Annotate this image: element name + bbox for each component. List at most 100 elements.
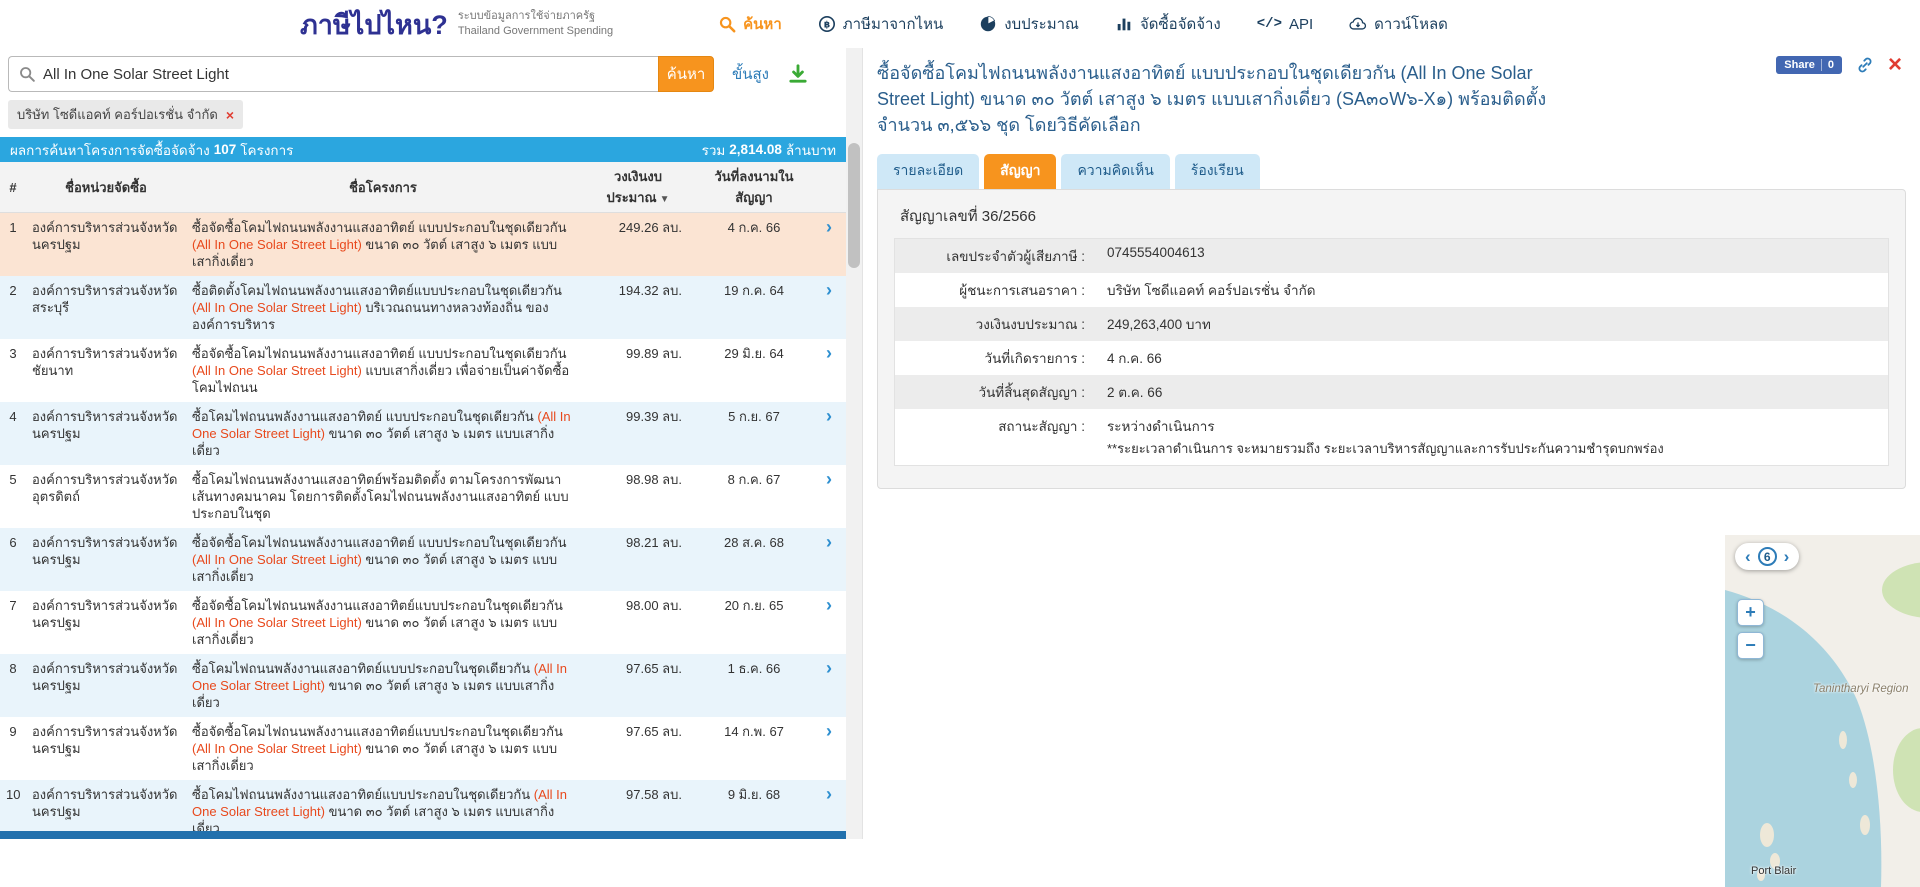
row-amount: 99.89 ลบ. — [580, 339, 696, 402]
chip-close-icon[interactable]: × — [226, 108, 234, 122]
project-text: ซื้อโคมไฟถนนพลังงานแสงอาทิตย์พร้อมติดตั้… — [192, 472, 569, 521]
row-chevron-icon[interactable]: › — [812, 591, 846, 654]
field-label: เลขประจำตัวผู้เสียภาษี : — [895, 239, 1095, 273]
permalink-button[interactable] — [1856, 56, 1874, 74]
detail-actions: Share 0 × — [1776, 56, 1902, 74]
results-scrollbar[interactable] — [846, 48, 862, 839]
svg-text:฿: ฿ — [824, 20, 830, 30]
search-icon — [18, 65, 36, 83]
nav-item-api[interactable]: </> API — [1257, 16, 1313, 33]
row-chevron-icon[interactable]: › — [812, 528, 846, 591]
row-project: ซื้อติดตั้งโคมไฟถนนพลังงานแสงอาทิตย์แบบป… — [186, 276, 580, 339]
field-value: 0745554004613 — [1095, 239, 1217, 273]
table-row[interactable]: 5องค์การบริหารส่วนจังหวัดอุตรดิตถ์ซื้อโค… — [0, 465, 846, 528]
share-count: 0 — [1828, 59, 1834, 71]
row-amount: 98.21 ลบ. — [580, 528, 696, 591]
detail-tabs: รายละเอียด สัญญา ความคิดเห็น ร้องเรียน — [863, 138, 1920, 189]
table-row[interactable]: 4องค์การบริหารส่วนจังหวัดนครปฐมซื้อโคมไฟ… — [0, 402, 846, 465]
summary-suffix: โครงการ — [240, 139, 293, 161]
row-amount: 98.98 ลบ. — [580, 465, 696, 528]
top-header: ภาษีไปไหน? ระบบข้อมูลการใช้จ่ายภาครัฐ Th… — [0, 0, 1920, 48]
project-text-highlight: (All In One Solar Street Light) — [192, 741, 362, 756]
logo-block[interactable]: ภาษีไปไหน? ระบบข้อมูลการใช้จ่ายภาครัฐ Th… — [300, 3, 613, 46]
row-amount: 98.00 ลบ. — [580, 591, 696, 654]
table-row[interactable]: 7องค์การบริหารส่วนจังหวัดนครปฐมซื้อจัดซื… — [0, 591, 846, 654]
nav-item-search[interactable]: ค้นหา — [718, 12, 782, 36]
row-project: ซื้อจัดซื้อโคมไฟถนนพลังงานแสงอาทิตย์ แบบ… — [186, 528, 580, 591]
sort-desc-icon: ▼ — [660, 194, 670, 205]
row-number: 8 — [0, 654, 26, 717]
download-results-button[interactable] — [787, 63, 809, 85]
close-detail-icon[interactable]: × — [1888, 56, 1902, 74]
zoom-in-button[interactable]: + — [1737, 599, 1764, 626]
advanced-search-link[interactable]: ขั้นสูง — [732, 62, 769, 86]
nav-label: ค้นหา — [743, 12, 782, 36]
col-header-project[interactable]: ชื่อโครงการ — [186, 162, 580, 213]
row-number: 9 — [0, 717, 26, 780]
table-row[interactable]: 1องค์การบริหารส่วนจังหวัดนครปฐมซื้อจัดซื… — [0, 213, 846, 277]
filter-chip[interactable]: บริษัท โซดีแอคท์ คอร์ปอเรชั่น จำกัด × — [8, 100, 243, 129]
col-header-org[interactable]: ชื่อหน่วยจัดซื้อ — [26, 162, 186, 213]
row-chevron-icon[interactable]: › — [812, 339, 846, 402]
col-header-actions — [812, 162, 846, 213]
table-row[interactable]: 3องค์การบริหารส่วนจังหวัดชัยนาทซื้อจัดซื… — [0, 339, 846, 402]
project-map[interactable]: ‹ 6 › + − ไม่พบพิกัดโครงการ Show desktop… — [1725, 535, 1920, 887]
row-project: ซื้อจัดซื้อโคมไฟถนนพลังงานแสงอาทิตย์แบบป… — [186, 717, 580, 780]
row-org: องค์การบริหารส่วนจังหวัดนครปฐม — [26, 591, 186, 654]
table-row[interactable]: 8องค์การบริหารส่วนจังหวัดนครปฐมซื้อโคมไฟ… — [0, 654, 846, 717]
row-project: ซื้อจัดซื้อโคมไฟถนนพลังงานแสงอาทิตย์แบบป… — [186, 591, 580, 654]
scrollbar-thumb[interactable] — [848, 143, 860, 268]
row-chevron-icon[interactable]: › — [812, 465, 846, 528]
col-header-amount[interactable]: วงเงินงบประมาณ▼ — [580, 162, 696, 213]
row-chevron-icon[interactable]: › — [812, 717, 846, 780]
total-unit: ล้านบาท — [786, 139, 836, 161]
col-header-date[interactable]: วันที่ลงนามในสัญญา — [696, 162, 812, 213]
nav-item-procurement[interactable]: จัดซื้อจัดจ้าง — [1115, 12, 1221, 36]
row-org: องค์การบริหารส่วนจังหวัดนครปฐม — [26, 654, 186, 717]
table-row[interactable]: 6องค์การบริหารส่วนจังหวัดนครปฐมซื้อจัดซื… — [0, 528, 846, 591]
search-box — [8, 56, 658, 92]
tab-comments[interactable]: ความคิดเห็น — [1061, 154, 1169, 189]
row-number: 2 — [0, 276, 26, 339]
row-org: องค์การบริหารส่วนจังหวัดนครปฐม — [26, 717, 186, 780]
field-label: สถานะสัญญา : — [895, 409, 1095, 465]
filter-chip-row: บริษัท โซดีแอคท์ คอร์ปอเรชั่น จำกัด × — [0, 97, 846, 137]
pager-next-icon[interactable]: › — [1784, 550, 1790, 564]
tab-contract[interactable]: สัญญา — [984, 154, 1056, 189]
project-text: ซื้อจัดซื้อโคมไฟถนนพลังงานแสงอาทิตย์ แบบ… — [192, 346, 566, 361]
nav-item-download[interactable]: ดาวน์โหลด — [1349, 12, 1448, 36]
row-date: 1 ธ.ค. 66 — [696, 654, 812, 717]
row-amount: 194.32 ลบ. — [580, 276, 696, 339]
row-date: 28 ส.ค. 68 — [696, 528, 812, 591]
zoom-out-button[interactable]: − — [1737, 632, 1764, 659]
table-row[interactable]: 9องค์การบริหารส่วนจังหวัดนครปฐมซื้อจัดซื… — [0, 717, 846, 780]
field-label: วันที่เกิดรายการ : — [895, 341, 1095, 375]
contract-field-row: วงเงินงบประมาณ :249,263,400 บาท — [895, 307, 1888, 341]
field-label: ผู้ชนะการเสนอราคา : — [895, 273, 1095, 307]
map-terrain — [1725, 535, 1920, 887]
project-title: ซื้อจัดซื้อโคมไฟถนนพลังงานแสงอาทิตย์ แบบ… — [877, 60, 1567, 138]
pager-prev-icon[interactable]: ‹ — [1745, 550, 1751, 564]
row-chevron-icon[interactable]: › — [812, 213, 846, 277]
row-chevron-icon[interactable]: › — [812, 402, 846, 465]
results-summary-bar: ผลการค้นหาโครงการจัดซื้อจัดจ้าง 107 โครง… — [0, 137, 846, 162]
facebook-share-button[interactable]: Share 0 — [1776, 56, 1842, 74]
download-icon — [787, 63, 809, 85]
row-chevron-icon[interactable]: › — [812, 654, 846, 717]
map-zoom-control: + − — [1737, 599, 1764, 659]
search-input[interactable] — [8, 56, 658, 92]
row-date: 29 มิ.ย. 64 — [696, 339, 812, 402]
results-count: ผลการค้นหาโครงการจัดซื้อจัดจ้าง 107 โครง… — [10, 139, 293, 161]
search-button[interactable]: ค้นหา — [658, 56, 714, 92]
nav-item-tax-origin[interactable]: ฿ ภาษีมาจากไหน — [818, 12, 944, 36]
search-toolbar: ค้นหา ขั้นสูง — [0, 48, 846, 97]
row-chevron-icon[interactable]: › — [812, 276, 846, 339]
nav-item-budget[interactable]: งบประมาณ — [979, 12, 1079, 36]
tab-details[interactable]: รายละเอียด — [877, 154, 979, 189]
table-row[interactable]: 2องค์การบริหารส่วนจังหวัดสระบุรีซื้อติดต… — [0, 276, 846, 339]
nav-label: API — [1289, 16, 1313, 33]
main-nav: ค้นหา ฿ ภาษีมาจากไหน งบประมาณ จัดซื้อจัด… — [718, 12, 1448, 36]
tab-complaints[interactable]: ร้องเรียน — [1175, 154, 1260, 189]
contract-field-row: เลขประจำตัวผู้เสียภาษี :0745554004613 — [895, 239, 1888, 273]
results-table-body: 1องค์การบริหารส่วนจังหวัดนครปฐมซื้อจัดซื… — [0, 213, 846, 840]
